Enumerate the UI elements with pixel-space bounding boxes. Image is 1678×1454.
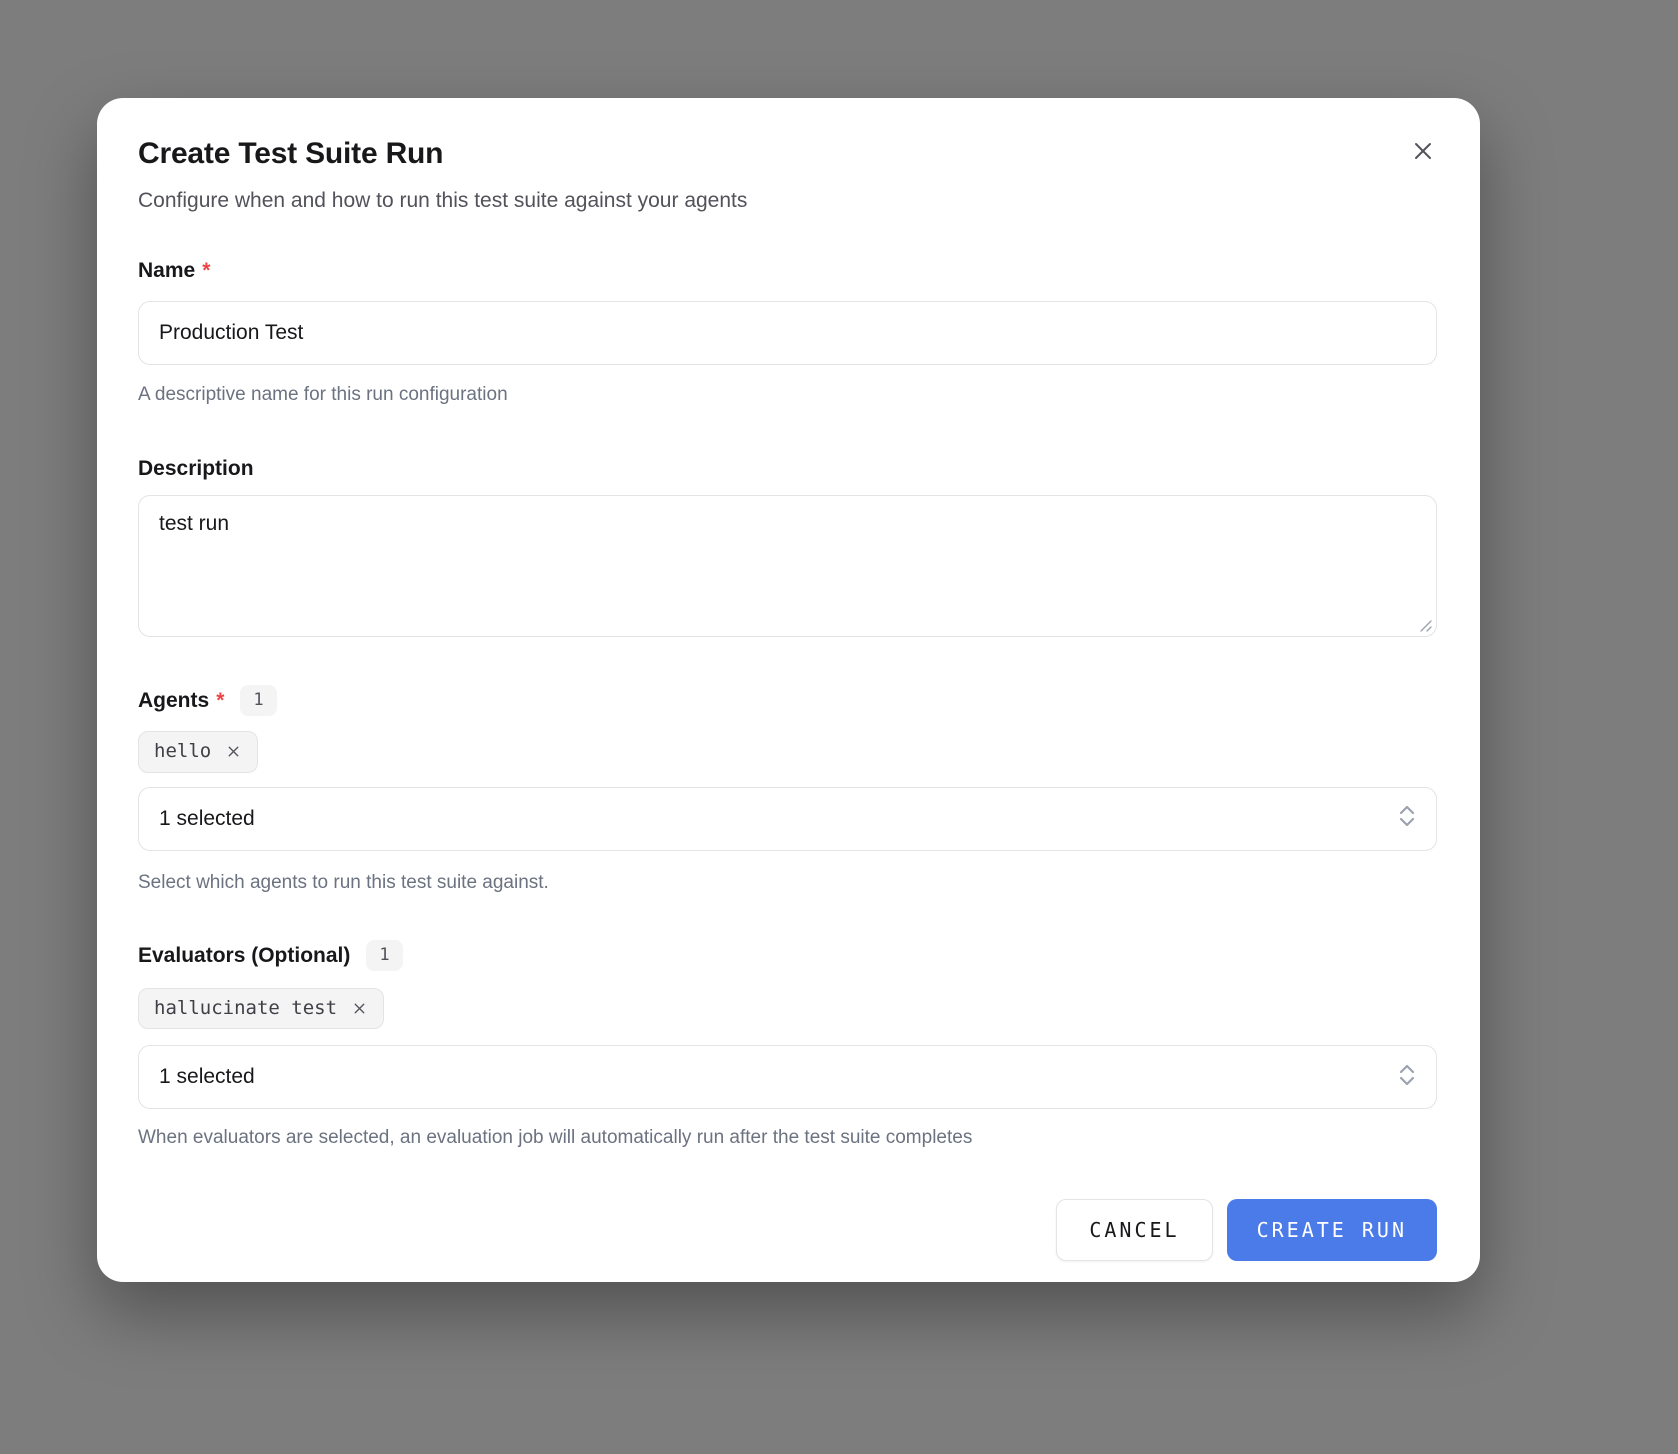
agents-count-badge: 1 — [240, 685, 276, 715]
name-input[interactable] — [138, 301, 1437, 365]
description-textarea[interactable]: test run — [138, 495, 1437, 637]
remove-icon[interactable] — [351, 1000, 368, 1017]
description-label: Description — [138, 456, 254, 481]
agent-chip: hello — [138, 731, 258, 773]
close-button[interactable] — [1408, 136, 1438, 166]
agents-label: Agents — [138, 688, 209, 713]
required-marker: * — [216, 688, 224, 713]
dialog-subtitle: Configure when and how to run this test … — [138, 187, 1437, 214]
chevron-up-down-icon — [1396, 803, 1418, 834]
remove-icon[interactable] — [225, 743, 242, 760]
evaluators-select-value: 1 selected — [159, 1065, 255, 1089]
create-run-button[interactable]: CREATE RUN — [1227, 1199, 1437, 1261]
evaluators-label-row: Evaluators (Optional) 1 — [138, 940, 1437, 970]
chevron-up-down-icon — [1396, 1062, 1418, 1093]
dialog-footer: CANCEL CREATE RUN — [138, 1199, 1437, 1261]
dialog-title: Create Test Suite Run — [138, 136, 1437, 172]
required-marker: * — [202, 258, 210, 283]
create-test-suite-run-dialog: Create Test Suite Run Configure when and… — [97, 98, 1480, 1282]
evaluators-count-badge: 1 — [366, 940, 402, 970]
description-textarea-wrap: test run — [138, 495, 1437, 637]
agents-label-row: Agents * 1 — [138, 685, 1437, 715]
evaluators-label: Evaluators (Optional) — [138, 943, 350, 968]
evaluators-chip-row: hallucinate test — [138, 988, 1437, 1030]
agents-chip-row: hello — [138, 731, 1437, 773]
close-icon — [1409, 137, 1437, 165]
name-label: Name — [138, 258, 195, 283]
agents-helper-text: Select which agents to run this test sui… — [138, 871, 1437, 896]
name-label-row: Name * — [138, 258, 1437, 283]
agent-chip-label: hello — [154, 740, 211, 764]
evaluators-helper-text: When evaluators are selected, an evaluat… — [138, 1126, 1437, 1151]
name-helper-text: A descriptive name for this run configur… — [138, 383, 1437, 408]
description-label-row: Description — [138, 456, 1437, 481]
evaluator-chip: hallucinate test — [138, 988, 384, 1030]
evaluators-select[interactable]: 1 selected — [138, 1045, 1437, 1109]
agents-select[interactable]: 1 selected — [138, 787, 1437, 851]
agents-select-value: 1 selected — [159, 807, 255, 831]
evaluator-chip-label: hallucinate test — [154, 997, 337, 1021]
cancel-button[interactable]: CANCEL — [1056, 1199, 1212, 1261]
